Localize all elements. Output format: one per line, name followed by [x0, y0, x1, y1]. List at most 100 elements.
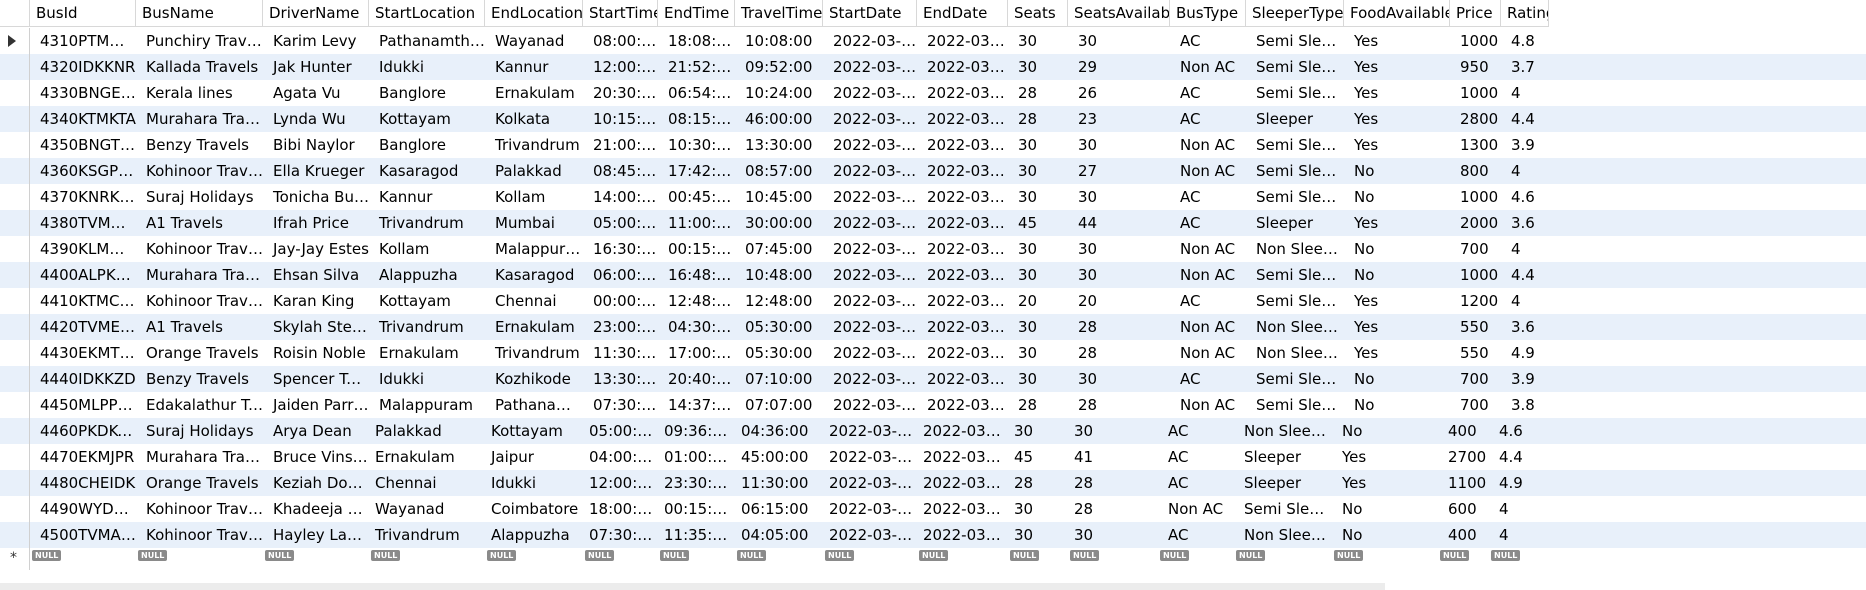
cell-endlocation[interactable]: Ernakulam — [485, 80, 583, 106]
cell-foodavailable[interactable]: Yes — [1344, 314, 1450, 340]
cell-seatsavailable[interactable]: 28 — [1068, 314, 1170, 340]
cell-endlocation[interactable]: Mumbai — [485, 210, 583, 236]
cell-seatsavailable[interactable]: 28 — [1064, 470, 1166, 496]
cell-foodavailable[interactable]: Yes — [1344, 106, 1450, 132]
cell-bustype[interactable]: AC — [1158, 470, 1234, 496]
cell-seatsavailable[interactable]: 26 — [1068, 80, 1170, 106]
cell-enddate[interactable]: 2022-03-03 — [917, 132, 1008, 158]
cell-startlocation[interactable]: Wayanad — [365, 496, 481, 522]
row-header-corner[interactable] — [0, 0, 30, 27]
cell-busid[interactable]: 4400ALPKSG — [30, 262, 136, 288]
row-selector[interactable] — [0, 366, 30, 392]
cell-foodavailable[interactable]: No — [1332, 418, 1438, 444]
cell-drivername[interactable]: Lynda Wu — [263, 106, 369, 132]
row-selector[interactable] — [0, 236, 30, 262]
cell-rating[interactable]: 4.8 — [1501, 28, 1549, 54]
cell-drivername[interactable]: Ella Krueger — [263, 158, 369, 184]
cell-busid[interactable]: 4480CHEIDK — [30, 470, 136, 496]
cell-rating[interactable]: 4 — [1489, 522, 1537, 548]
cell-enddate[interactable]: 2022-03-15 — [917, 106, 1008, 132]
cell-price[interactable]: 2000 — [1450, 210, 1501, 236]
cell-busid[interactable]: 4380TVMMUM — [30, 210, 136, 236]
cell-drivername[interactable]: Roisin Noble — [263, 340, 369, 366]
cell-seatsavailable[interactable]: 28 — [1068, 340, 1170, 366]
cell-endtime[interactable]: 17:42:00 — [658, 158, 735, 184]
cell-drivername[interactable]: Jaiden Parrish — [263, 392, 369, 418]
cell-startlocation[interactable]: Idukki — [369, 54, 485, 80]
cell-endtime[interactable]: 01:00:00 — [654, 444, 731, 470]
cell-startdate[interactable]: 2022-03-04 — [823, 262, 917, 288]
cell-startdate[interactable]: 2022-03-11 — [823, 366, 917, 392]
cell-startdate[interactable]: 2022-03-01 — [823, 340, 917, 366]
cell-endtime[interactable]: 00:15:00 — [654, 496, 731, 522]
cell-enddate[interactable]: 2022-03-06 — [913, 496, 1004, 522]
new-row[interactable]: * NULL NULL NULL NULL NULL NULL NULL NULL NULL NUL… — [0, 548, 1866, 570]
cell-sleepertype[interactable]: Semi Sleeper — [1246, 158, 1344, 184]
cell-price[interactable]: 1000 — [1450, 80, 1501, 106]
cell-endtime[interactable]: 00:45:00 — [658, 184, 735, 210]
cell-rating[interactable]: 4.6 — [1489, 418, 1537, 444]
cell-foodavailable[interactable]: No — [1332, 522, 1438, 548]
row-selector[interactable] — [0, 418, 30, 444]
cell-endtime[interactable]: 12:48:00 — [658, 288, 735, 314]
cell-endlocation[interactable]: Ernakulam — [485, 314, 583, 340]
cell-sleepertype[interactable]: Sleeper — [1246, 106, 1344, 132]
cell-seatsavailable[interactable]: 30 — [1068, 262, 1170, 288]
cell-endtime[interactable]: 23:30:00 — [654, 470, 731, 496]
cell-startdate[interactable]: 2022-03-07 — [823, 314, 917, 340]
cell-startdate[interactable]: 2022-03-06 — [823, 158, 917, 184]
column-header-price[interactable]: Price — [1450, 0, 1501, 27]
cell-startlocation[interactable]: Kannur — [369, 184, 485, 210]
cell-sleepertype[interactable]: Semi Sleeper — [1246, 28, 1344, 54]
cell-endtime[interactable]: 00:15:00 — [658, 236, 735, 262]
cell-drivername[interactable]: Karan King — [263, 288, 369, 314]
cell-starttime[interactable]: 11:30:00 — [583, 340, 658, 366]
row-selector[interactable] — [0, 340, 30, 366]
cell-endlocation[interactable]: Coimbatore — [481, 496, 579, 522]
cell-starttime[interactable]: 07:30:00 — [583, 392, 658, 418]
cell-startlocation[interactable]: Kollam — [369, 236, 485, 262]
cell-traveltime[interactable]: 05:30:00 — [735, 340, 823, 366]
cell-enddate[interactable]: 2022-03-11 — [917, 210, 1008, 236]
cell-endlocation[interactable]: Idukki — [481, 470, 579, 496]
column-header-foodavailable[interactable]: FoodAvailable — [1344, 0, 1450, 27]
cell-startlocation[interactable]: Idukki — [369, 366, 485, 392]
row-selector[interactable] — [0, 210, 30, 236]
cell-enddate[interactable]: 2022-03-14 — [913, 418, 1004, 444]
cell-startdate[interactable]: 2022-03-05 — [819, 496, 913, 522]
cell-startlocation[interactable]: Malappuram — [369, 392, 485, 418]
cell-enddate[interactable]: 2022-03-10 — [917, 54, 1008, 80]
cell-price[interactable]: 400 — [1438, 418, 1489, 444]
cell-startlocation[interactable]: Trivandrum — [369, 210, 485, 236]
cell-bustype[interactable]: AC — [1170, 80, 1246, 106]
cell-busid[interactable]: 4490WYDCMB — [30, 496, 136, 522]
row-selector[interactable] — [0, 80, 30, 106]
cell-starttime[interactable]: 23:00:00 — [583, 314, 658, 340]
cell-price[interactable]: 1000 — [1450, 28, 1501, 54]
cell-seatsavailable[interactable]: 30 — [1068, 236, 1170, 262]
cell-drivername[interactable]: Tonicha Burks — [263, 184, 369, 210]
cell-busid[interactable]: 4460PKDKTM — [30, 418, 136, 444]
cell-traveltime[interactable]: 46:00:00 — [735, 106, 823, 132]
cell-price[interactable]: 2700 — [1438, 444, 1489, 470]
cell-drivername[interactable]: Bibi Naylor — [263, 132, 369, 158]
cell-seatsavailable[interactable]: 20 — [1068, 288, 1170, 314]
cell-startdate[interactable]: 2022-03-13 — [823, 106, 917, 132]
cell-bustype[interactable]: AC — [1158, 444, 1234, 470]
cell-bustype[interactable]: Non AC — [1170, 392, 1246, 418]
cell-rating[interactable]: 4.4 — [1489, 444, 1537, 470]
cell-rating[interactable]: 3.6 — [1501, 210, 1549, 236]
cell-sleepertype[interactable]: Semi Sleeper — [1246, 366, 1344, 392]
cell-enddate[interactable]: 2022-03-12 — [913, 522, 1004, 548]
cell-sleepertype[interactable]: Non Sleeper — [1234, 418, 1332, 444]
cell-busname[interactable]: Benzy Travels — [136, 366, 263, 392]
null-cell-foodavailable[interactable]: NULL — [1324, 548, 1430, 562]
cell-busid[interactable]: 4310PTMWYD — [30, 28, 136, 54]
column-header-busid[interactable]: BusId — [30, 0, 136, 27]
cell-endtime[interactable]: 18:08:00 — [658, 28, 735, 54]
table-row[interactable]: 4410KTMCHE Kohinoor Travels Karan King Kott… — [0, 288, 1866, 314]
cell-seats[interactable]: 30 — [1008, 236, 1068, 262]
cell-bustype[interactable]: AC — [1170, 288, 1246, 314]
cell-busid[interactable]: 4450MLPPTM — [30, 392, 136, 418]
result-grid[interactable]: BusId BusName DriverName StartLocation EndLo… — [0, 0, 1866, 590]
